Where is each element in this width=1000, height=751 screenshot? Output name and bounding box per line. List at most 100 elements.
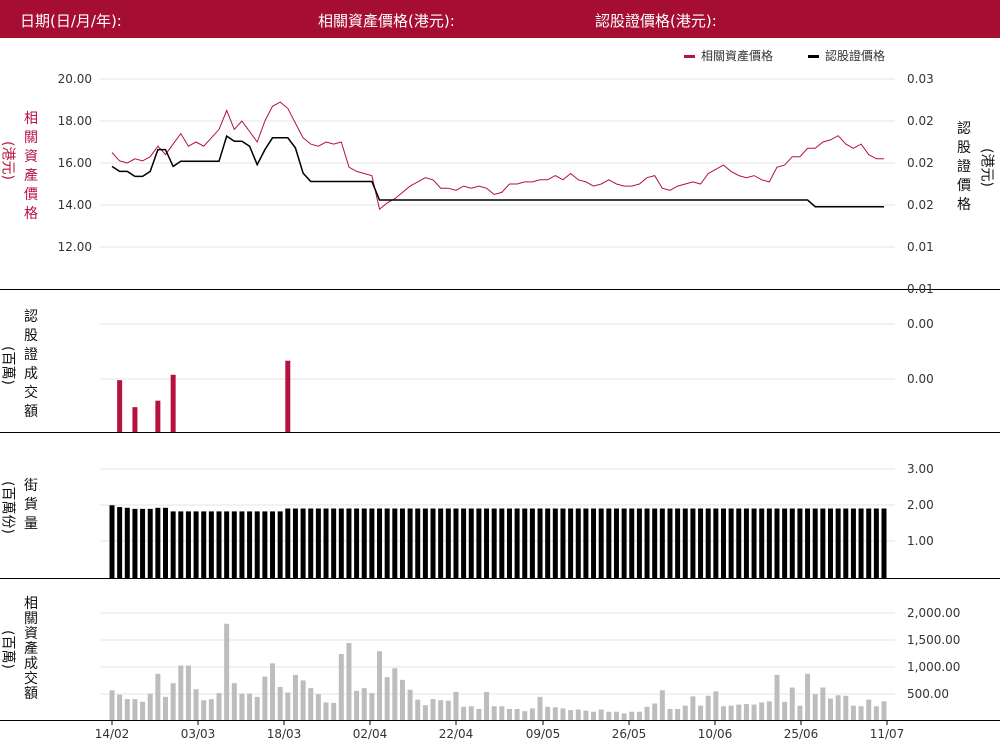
outstanding-bar <box>323 508 329 578</box>
outstanding-bar <box>338 508 344 578</box>
axis-char: 量 <box>24 516 38 532</box>
underlying-turnover-bar <box>720 706 726 720</box>
outstanding-bar <box>109 505 115 578</box>
outstanding-bar <box>568 508 574 578</box>
y-tick-label: 16.00 <box>58 156 92 170</box>
underlying-turnover-bar <box>277 687 283 720</box>
underlying-turnover-bar <box>759 702 765 720</box>
underlying-turnover-bar <box>377 651 383 720</box>
outstanding-bar <box>208 511 214 578</box>
outstanding-bar <box>705 508 711 578</box>
underlying-turnover-bar <box>292 674 298 720</box>
underlying-turnover-bar <box>170 683 176 720</box>
y-right-tick-label: 0.02 <box>907 156 934 170</box>
y-right-tick-label: 0.01 <box>907 240 934 254</box>
underlying-turnover-bar <box>522 711 528 720</box>
outstanding-bar <box>117 507 123 578</box>
outstanding-bar <box>552 508 558 578</box>
outstanding-bar <box>224 511 230 578</box>
underlying-turnover-bar <box>384 677 390 720</box>
outstanding-bar <box>430 508 436 578</box>
outstanding-bar <box>384 508 390 578</box>
outstanding-bar <box>216 511 222 578</box>
outstanding-bar <box>392 508 398 578</box>
x-tick-label: 09/05 <box>526 727 561 741</box>
underlying-turnover-bar <box>591 711 597 720</box>
outstanding-bar <box>346 508 352 578</box>
outstanding-bar <box>132 508 138 578</box>
underlying-turnover-bar <box>422 705 428 720</box>
x-tick-label: 10/06 <box>698 727 733 741</box>
underlying-turnover-bar <box>453 691 459 720</box>
underlying-turnover-bar <box>484 691 490 720</box>
y-tick-label: 0.00 <box>907 317 934 331</box>
outstanding-bar <box>514 508 520 578</box>
underlying-turnover-bar <box>743 704 749 720</box>
outstanding-bar <box>728 508 734 578</box>
y-tick-label: 0.00 <box>907 372 934 386</box>
legend-label-warrant: 認股證價格 <box>825 48 885 63</box>
outstanding-bar <box>331 508 337 578</box>
y-tick-label: 2.00 <box>907 498 934 512</box>
y-tick-label: 500.00 <box>907 687 949 701</box>
outstanding-bar <box>713 508 719 578</box>
axis-char: 證 <box>957 159 971 175</box>
underlying-turnover-bar <box>254 696 260 720</box>
outstanding-bar <box>598 508 604 578</box>
outstanding-bar <box>827 508 833 578</box>
outstanding-bar <box>438 508 444 578</box>
outstanding-bar <box>529 508 535 578</box>
underlying-turnover-bar <box>308 688 314 720</box>
underlying-turnover-bar <box>407 689 413 720</box>
outstanding-bar <box>185 511 191 578</box>
axis-char: 相 <box>24 596 38 612</box>
y-tick-label: 2,000.00 <box>907 606 960 620</box>
underlying-turnover-bar <box>193 689 199 720</box>
outstanding-bar <box>193 511 199 578</box>
outstanding-bar <box>308 508 314 578</box>
outstanding-bar <box>659 508 665 578</box>
outstanding-bar <box>789 508 795 578</box>
underlying-turnover-bar <box>751 704 757 720</box>
chart-legend: 相關資產價格 認股證價格 <box>684 48 885 63</box>
underlying-turnover-bar <box>568 710 574 720</box>
outstanding-unit: (百萬份) <box>0 481 16 534</box>
underlying-turnover-bar <box>438 700 444 720</box>
underlying-turnover-bar <box>201 700 207 720</box>
y-right-tick-label: 0.02 <box>907 198 934 212</box>
underlying-turnover-bar <box>529 708 535 720</box>
outstanding-bar <box>453 508 459 578</box>
outstanding-bar <box>124 507 130 578</box>
underlying-turnover-bar <box>682 705 688 720</box>
outstanding-bar <box>300 508 306 578</box>
outstanding-bar <box>613 508 619 578</box>
underlying-turnover-bar <box>247 693 253 720</box>
underlying-turnover-bar <box>728 705 734 720</box>
outstanding-bar <box>499 508 505 578</box>
outstanding-bar <box>468 508 474 578</box>
underlying-turnover-bar <box>675 709 681 720</box>
axis-char: 股 <box>24 328 38 344</box>
y-right-tick-label: 0.03 <box>907 72 934 86</box>
underlying-turnover-bar <box>491 706 497 720</box>
outstanding-bar <box>369 508 375 578</box>
underlying-turnover-bar <box>690 696 696 720</box>
underlying-turnover-bar <box>239 693 245 720</box>
x-tick-label: 18/03 <box>267 727 302 741</box>
underlying-turnover-bar <box>430 699 436 720</box>
underlying-turnover-bar <box>147 693 153 720</box>
outstanding-bar <box>629 508 635 578</box>
underlying-turnover-bar <box>117 694 123 720</box>
x-tick-label: 02/04 <box>353 727 388 741</box>
outstanding-bar <box>766 508 772 578</box>
underlying-turnover-bar <box>812 694 818 720</box>
underlying-turnover-bar <box>224 623 230 720</box>
outstanding-bar <box>774 508 780 578</box>
y-tick-label: 1,000.00 <box>907 660 960 674</box>
axis-char: 產 <box>24 168 38 184</box>
outstanding-bar <box>201 511 207 578</box>
underlying-turnover-bar <box>109 690 115 720</box>
underlying-turnover-bar <box>583 710 589 720</box>
underlying-turnover-bar <box>300 680 306 720</box>
underlying-turnover-bar <box>774 674 780 720</box>
